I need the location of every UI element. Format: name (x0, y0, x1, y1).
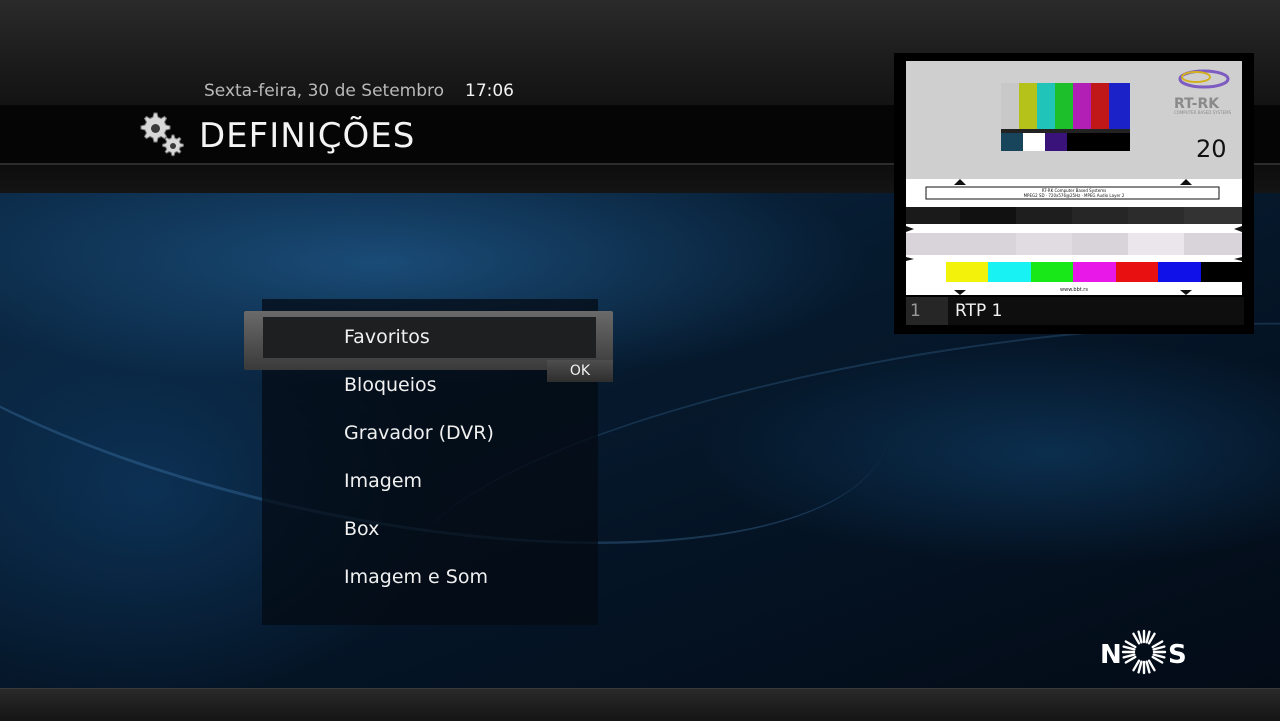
page-title: DEFINIÇÕES (199, 116, 416, 156)
date-label: Sexta-feira, 30 de Setembro (204, 81, 445, 101)
bottom-bar (0, 688, 1280, 721)
channel-number: 1 (906, 297, 948, 325)
menu-item-imagem-e-som[interactable]: Imagem e Som (344, 562, 488, 592)
sunburst-icon (1121, 629, 1167, 675)
test-card-number: 20 (1196, 135, 1227, 163)
test-card-caption-2: MPEG2 SD · 720x576@25Hz · MPEG Audio Lay… (1024, 193, 1125, 198)
menu-item-gravador-dvr[interactable]: Gravador (DVR) (344, 418, 494, 448)
ok-hint: OK (547, 360, 613, 382)
menu-item-favoritos[interactable]: Favoritos (344, 322, 430, 352)
gear-icon (140, 112, 184, 157)
menu-item-imagem[interactable]: Imagem (344, 466, 422, 496)
clock: 17:06 (465, 81, 514, 101)
nos-logo-letter-n: N (1100, 640, 1122, 670)
test-card-footer: www.bbt.rs (1060, 287, 1088, 293)
nos-logo-letter-s: S (1168, 640, 1187, 670)
menu-item-box[interactable]: Box (344, 514, 379, 544)
menu-item-bloqueios[interactable]: Bloqueios (344, 370, 437, 400)
nos-logo: N S (1100, 629, 1187, 675)
channel-name: RTP 1 (955, 301, 1003, 321)
test-card-brand-sub: COMPUTER BASED SYSTEMS (1174, 110, 1232, 115)
test-card-image: RT-RK COMPUTER BASED SYSTEMS 20 RT-RK Co… (906, 61, 1242, 295)
